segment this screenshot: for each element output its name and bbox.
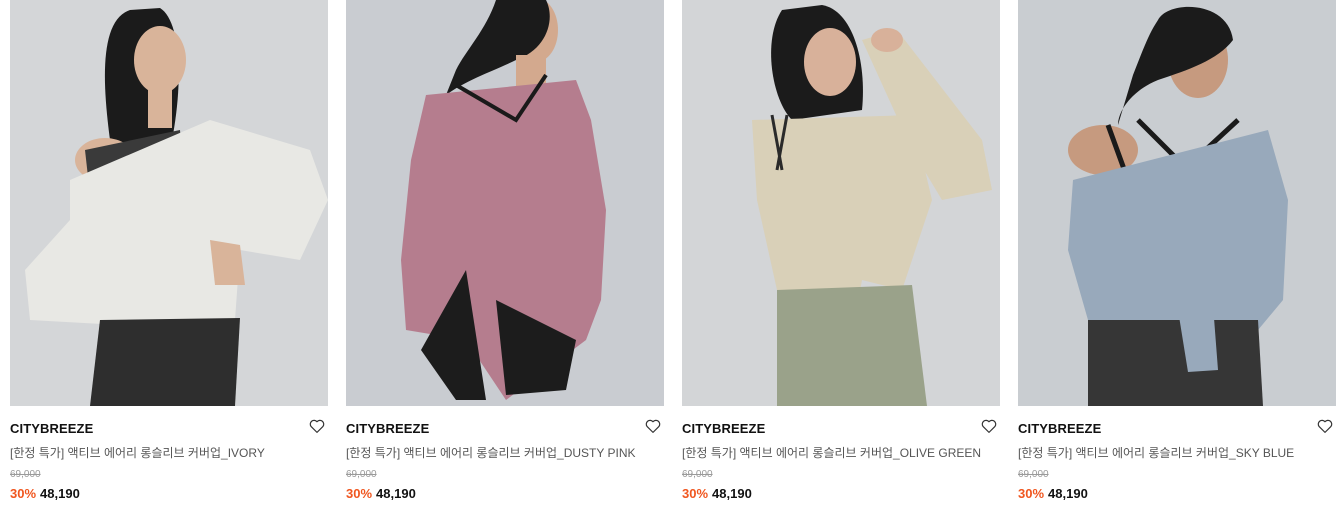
- discount-rate: 30%: [1018, 486, 1045, 501]
- original-price: 69,000: [10, 469, 41, 480]
- model-photo-olive-green: [682, 0, 1000, 406]
- product-image[interactable]: [682, 0, 1000, 406]
- wishlist-heart-icon[interactable]: [308, 417, 326, 435]
- price-row: 30% 48,190: [1018, 486, 1088, 501]
- original-price: 69,000: [682, 469, 713, 480]
- discount-rate: 30%: [682, 486, 709, 501]
- product-image[interactable]: [346, 0, 664, 406]
- discount-rate: 30%: [346, 486, 373, 501]
- wishlist-heart-icon[interactable]: [1316, 417, 1334, 435]
- model-photo-ivory: [10, 0, 328, 406]
- model-photo-dusty-pink: [346, 0, 664, 406]
- price-row: 30% 48,190: [682, 486, 752, 501]
- product-image[interactable]: [1018, 0, 1336, 406]
- product-name[interactable]: [한정 특가] 액티브 에어리 롱슬리브 커버업_SKY BLUE: [1018, 444, 1294, 461]
- sale-price: 48,190: [376, 486, 416, 501]
- product-image[interactable]: [10, 0, 328, 406]
- brand-name[interactable]: CITYBREEZE: [346, 421, 429, 436]
- product-name[interactable]: [한정 특가] 액티브 에어리 롱슬리브 커버업_IVORY: [10, 444, 265, 461]
- discount-rate: 30%: [10, 486, 37, 501]
- original-price: 69,000: [346, 469, 377, 480]
- price-row: 30% 48,190: [10, 486, 80, 501]
- model-photo-sky-blue: [1018, 0, 1336, 406]
- product-card[interactable]: CITYBREEZE [한정 특가] 액티브 에어리 롱슬리브 커버업_OLIV…: [682, 0, 1000, 512]
- sale-price: 48,190: [712, 486, 752, 501]
- product-card[interactable]: CITYBREEZE [한정 특가] 액티브 에어리 롱슬리브 커버업_IVOR…: [10, 0, 328, 512]
- brand-name[interactable]: CITYBREEZE: [682, 421, 765, 436]
- price-row: 30% 48,190: [346, 486, 416, 501]
- sale-price: 48,190: [40, 486, 80, 501]
- product-name[interactable]: [한정 특가] 액티브 에어리 롱슬리브 커버업_DUSTY PINK: [346, 444, 636, 461]
- product-card[interactable]: CITYBREEZE [한정 특가] 액티브 에어리 롱슬리브 커버업_SKY …: [1018, 0, 1336, 512]
- original-price: 69,000: [1018, 469, 1049, 480]
- brand-name[interactable]: CITYBREEZE: [10, 421, 93, 436]
- product-grid: CITYBREEZE [한정 특가] 액티브 에어리 롱슬리브 커버업_IVOR…: [0, 0, 1338, 512]
- sale-price: 48,190: [1048, 486, 1088, 501]
- product-name[interactable]: [한정 특가] 액티브 에어리 롱슬리브 커버업_OLIVE GREEN: [682, 444, 981, 461]
- brand-name[interactable]: CITYBREEZE: [1018, 421, 1101, 436]
- wishlist-heart-icon[interactable]: [644, 417, 662, 435]
- product-card[interactable]: CITYBREEZE [한정 특가] 액티브 에어리 롱슬리브 커버업_DUST…: [346, 0, 664, 512]
- wishlist-heart-icon[interactable]: [980, 417, 998, 435]
